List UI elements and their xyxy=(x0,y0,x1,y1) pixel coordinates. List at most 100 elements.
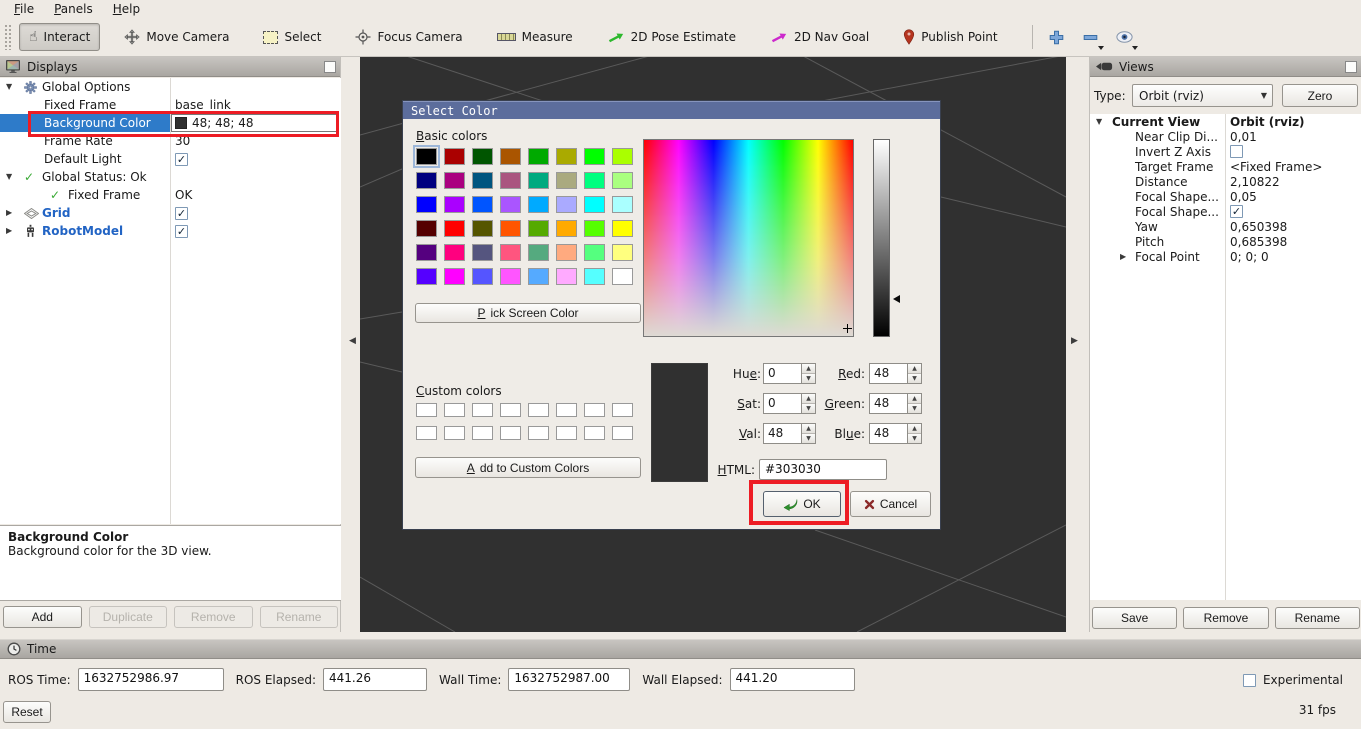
basic-color-swatch[interactable] xyxy=(528,220,549,237)
basic-color-swatch[interactable] xyxy=(612,196,633,213)
basic-color-swatch[interactable] xyxy=(556,244,577,261)
right-splitter-collapse-arrow[interactable]: ▶ xyxy=(1071,336,1078,346)
custom-color-swatch[interactable] xyxy=(556,403,577,417)
views-remove-button[interactable]: Remove xyxy=(1183,607,1268,629)
tool-measure[interactable]: Measure xyxy=(487,23,583,51)
zoom-out-button[interactable] xyxy=(1077,23,1105,51)
expander-closed-icon[interactable]: ▶ xyxy=(6,209,12,217)
custom-color-swatch[interactable] xyxy=(444,426,465,440)
value-slider[interactable] xyxy=(873,139,890,337)
custom-color-swatch[interactable] xyxy=(500,426,521,440)
basic-color-swatch[interactable] xyxy=(472,148,493,165)
green-input[interactable]: 48 xyxy=(869,393,907,414)
basic-color-swatch[interactable] xyxy=(612,244,633,261)
expander-closed-icon[interactable]: ▶ xyxy=(1120,253,1126,261)
basic-color-swatch[interactable] xyxy=(416,220,437,237)
blue-input[interactable]: 48 xyxy=(869,423,907,444)
basic-color-swatch[interactable] xyxy=(556,268,577,285)
custom-color-swatch[interactable] xyxy=(444,403,465,417)
eye-button[interactable] xyxy=(1111,23,1139,51)
sat-input[interactable]: 0 xyxy=(763,393,801,414)
views-save-button[interactable]: Save xyxy=(1092,607,1177,629)
menu-item-panels[interactable]: Panels xyxy=(46,1,101,17)
custom-color-swatch[interactable] xyxy=(416,426,437,440)
expander-open-icon[interactable]: ▼ xyxy=(6,173,12,181)
color-value-editor[interactable]: 48; 48; 48 xyxy=(171,114,338,132)
basic-color-swatch[interactable] xyxy=(416,172,437,189)
basic-color-swatch[interactable] xyxy=(416,268,437,285)
custom-color-swatch[interactable] xyxy=(612,403,633,417)
basic-color-swatch[interactable] xyxy=(500,196,521,213)
zoom-in-button[interactable] xyxy=(1043,23,1071,51)
expander-open-icon[interactable]: ▼ xyxy=(1096,118,1102,126)
expander-closed-icon[interactable]: ▶ xyxy=(6,227,12,235)
basic-color-swatch[interactable] xyxy=(528,268,549,285)
basic-color-swatch[interactable] xyxy=(500,220,521,237)
basic-color-swatch[interactable] xyxy=(556,148,577,165)
time-field-input[interactable]: 1632752986.97 xyxy=(78,668,224,691)
custom-color-swatch[interactable] xyxy=(528,403,549,417)
views-float-button[interactable] xyxy=(1345,61,1357,73)
tool-publish-point[interactable]: Publish Point xyxy=(893,23,1007,51)
checkbox[interactable]: ✓ xyxy=(175,153,188,166)
blue-spin-up[interactable]: ▲ xyxy=(908,424,921,433)
basic-color-swatch[interactable] xyxy=(472,196,493,213)
checkbox[interactable] xyxy=(1230,145,1243,158)
hue-input[interactable]: 0 xyxy=(763,363,801,384)
custom-color-swatch[interactable] xyxy=(472,403,493,417)
custom-color-swatch[interactable] xyxy=(612,426,633,440)
view-type-combobox[interactable]: Orbit (rviz) ▼ xyxy=(1132,84,1273,107)
left-splitter-collapse-arrow[interactable]: ◀ xyxy=(349,336,356,346)
basic-color-swatch[interactable] xyxy=(444,244,465,261)
dropdown-caret-icon[interactable] xyxy=(1132,46,1138,50)
basic-color-swatch[interactable] xyxy=(556,220,577,237)
custom-color-swatch[interactable] xyxy=(416,403,437,417)
dropdown-caret-icon[interactable] xyxy=(1098,46,1104,50)
basic-color-swatch[interactable] xyxy=(500,268,521,285)
basic-color-swatch[interactable] xyxy=(472,244,493,261)
basic-color-swatch[interactable] xyxy=(528,244,549,261)
custom-color-swatch[interactable] xyxy=(584,403,605,417)
toolbar-grip[interactable] xyxy=(4,24,11,50)
tool-select[interactable]: Select xyxy=(253,23,331,51)
custom-color-swatch[interactable] xyxy=(528,426,549,440)
experimental-checkbox[interactable] xyxy=(1243,674,1256,687)
checkbox[interactable]: ✓ xyxy=(1230,205,1243,218)
menu-item-help[interactable]: Help xyxy=(105,1,148,17)
tool-focus-camera[interactable]: Focus Camera xyxy=(345,23,472,51)
basic-color-swatch[interactable] xyxy=(416,196,437,213)
basic-color-swatch[interactable] xyxy=(556,196,577,213)
tool-2d-pose-estimate[interactable]: 2D Pose Estimate xyxy=(597,23,746,51)
basic-color-swatch[interactable] xyxy=(444,196,465,213)
basic-color-swatch[interactable] xyxy=(528,172,549,189)
cancel-button[interactable]: Cancel xyxy=(850,491,931,517)
basic-color-swatch[interactable] xyxy=(500,148,521,165)
val-input[interactable]: 48 xyxy=(763,423,801,444)
basic-color-swatch[interactable] xyxy=(416,244,437,261)
custom-color-swatch[interactable] xyxy=(472,426,493,440)
views-rename-button[interactable]: Rename xyxy=(1275,607,1360,629)
red-spin-down[interactable]: ▼ xyxy=(908,373,921,383)
views-column-divider[interactable] xyxy=(1225,114,1226,600)
custom-color-swatch[interactable] xyxy=(556,426,577,440)
dialog-titlebar[interactable]: Select Color xyxy=(403,101,940,119)
time-field-input[interactable]: 441.26 xyxy=(323,668,427,691)
basic-color-swatch[interactable] xyxy=(612,220,633,237)
red-input[interactable]: 48 xyxy=(869,363,907,384)
basic-color-swatch[interactable] xyxy=(584,148,605,165)
basic-color-swatch[interactable] xyxy=(584,196,605,213)
basic-color-swatch[interactable] xyxy=(612,268,633,285)
basic-color-swatch[interactable] xyxy=(444,172,465,189)
tool-2d-nav-goal[interactable]: 2D Nav Goal xyxy=(760,23,879,51)
basic-color-swatch[interactable] xyxy=(556,172,577,189)
blue-spin-down[interactable]: ▼ xyxy=(908,433,921,443)
displays-float-button[interactable] xyxy=(324,61,336,73)
basic-color-swatch[interactable] xyxy=(612,148,633,165)
basic-color-swatch[interactable] xyxy=(584,220,605,237)
tool-interact[interactable]: ☝Interact xyxy=(19,23,100,51)
red-spin-up[interactable]: ▲ xyxy=(908,364,921,373)
basic-color-swatch[interactable] xyxy=(612,172,633,189)
basic-color-swatch[interactable] xyxy=(500,244,521,261)
zero-button[interactable]: Zero xyxy=(1282,84,1358,107)
basic-color-swatch[interactable] xyxy=(444,220,465,237)
